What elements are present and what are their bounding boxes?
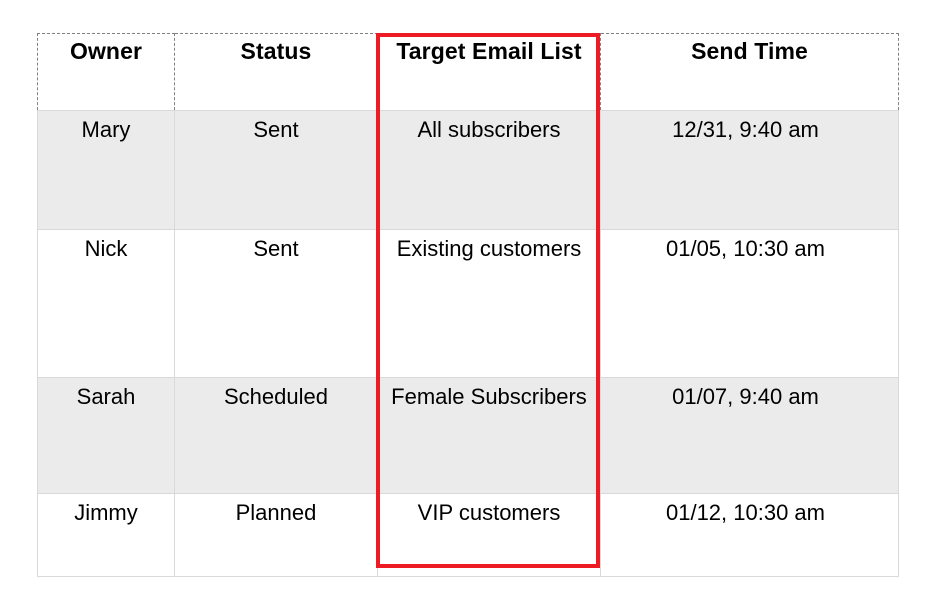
cell-send-time-text: 01/05, 10:30 am (665, 236, 825, 261)
cell-target-email-list-text: All subscribers (417, 117, 561, 142)
cell-send-time: 12/31, 9:40 am (600, 110, 899, 230)
column-header-status: Status (174, 33, 378, 111)
cell-target-email-list: VIP customers (377, 493, 601, 577)
table-header-row: Owner Status Target Email List Send Time (37, 33, 899, 111)
column-header-send-time: Send Time (600, 33, 899, 111)
cell-status: Planned (174, 493, 378, 577)
cell-status-text: Scheduled (224, 384, 328, 409)
cell-owner: Mary (37, 110, 175, 230)
cell-target-email-list: Existing customers (377, 229, 601, 378)
email-campaign-table-wrapper: Owner Status Target Email List Send Time (37, 33, 899, 577)
cell-target-email-list-text: Female Subscribers (391, 384, 587, 409)
column-header-send-time-label: Send Time (691, 38, 808, 64)
table-row: Mary Sent All subscribers 12/31, 9:40 am (37, 110, 899, 230)
cell-status: Sent (174, 110, 378, 230)
cell-owner-text: Jimmy (74, 500, 138, 525)
column-header-target-email-list: Target Email List (377, 33, 601, 111)
cell-status-text: Planned (235, 500, 317, 525)
cell-send-time-text: 01/07, 9:40 am (672, 384, 819, 409)
cell-owner-text: Mary (81, 117, 131, 142)
cell-status-text: Sent (253, 236, 299, 261)
cell-status: Scheduled (174, 377, 378, 494)
cell-owner: Jimmy (37, 493, 175, 577)
table-row: Sarah Scheduled Female Subscribers 01/07… (37, 377, 899, 494)
column-header-status-label: Status (240, 38, 312, 64)
cell-owner: Nick (37, 229, 175, 378)
cell-status-text: Sent (253, 117, 299, 142)
cell-send-time-text: 01/12, 10:30 am (665, 500, 825, 525)
cell-owner: Sarah (37, 377, 175, 494)
email-campaign-table: Owner Status Target Email List Send Time (37, 33, 899, 577)
cell-owner-text: Nick (84, 236, 128, 261)
table-body: Mary Sent All subscribers 12/31, 9:40 am… (37, 110, 899, 577)
cell-target-email-list-text: Existing customers (396, 236, 582, 261)
cell-owner-text: Sarah (76, 384, 136, 409)
column-header-owner: Owner (37, 33, 175, 111)
column-header-target-email-list-label: Target Email List (396, 38, 582, 64)
table-header: Owner Status Target Email List Send Time (37, 33, 899, 111)
cell-target-email-list: Female Subscribers (377, 377, 601, 494)
table-row: Jimmy Planned VIP customers 01/12, 10:30… (37, 493, 899, 577)
cell-send-time-text: 12/31, 9:40 am (672, 117, 819, 142)
cell-target-email-list-text: VIP customers (417, 500, 561, 525)
cell-send-time: 01/07, 9:40 am (600, 377, 899, 494)
cell-target-email-list: All subscribers (377, 110, 601, 230)
cell-status: Sent (174, 229, 378, 378)
cell-send-time: 01/05, 10:30 am (600, 229, 899, 378)
column-header-owner-label: Owner (69, 38, 143, 64)
table-row: Nick Sent Existing customers 01/05, 10:3… (37, 229, 899, 378)
cell-send-time: 01/12, 10:30 am (600, 493, 899, 577)
screenshot-canvas: Owner Status Target Email List Send Time (0, 0, 939, 604)
